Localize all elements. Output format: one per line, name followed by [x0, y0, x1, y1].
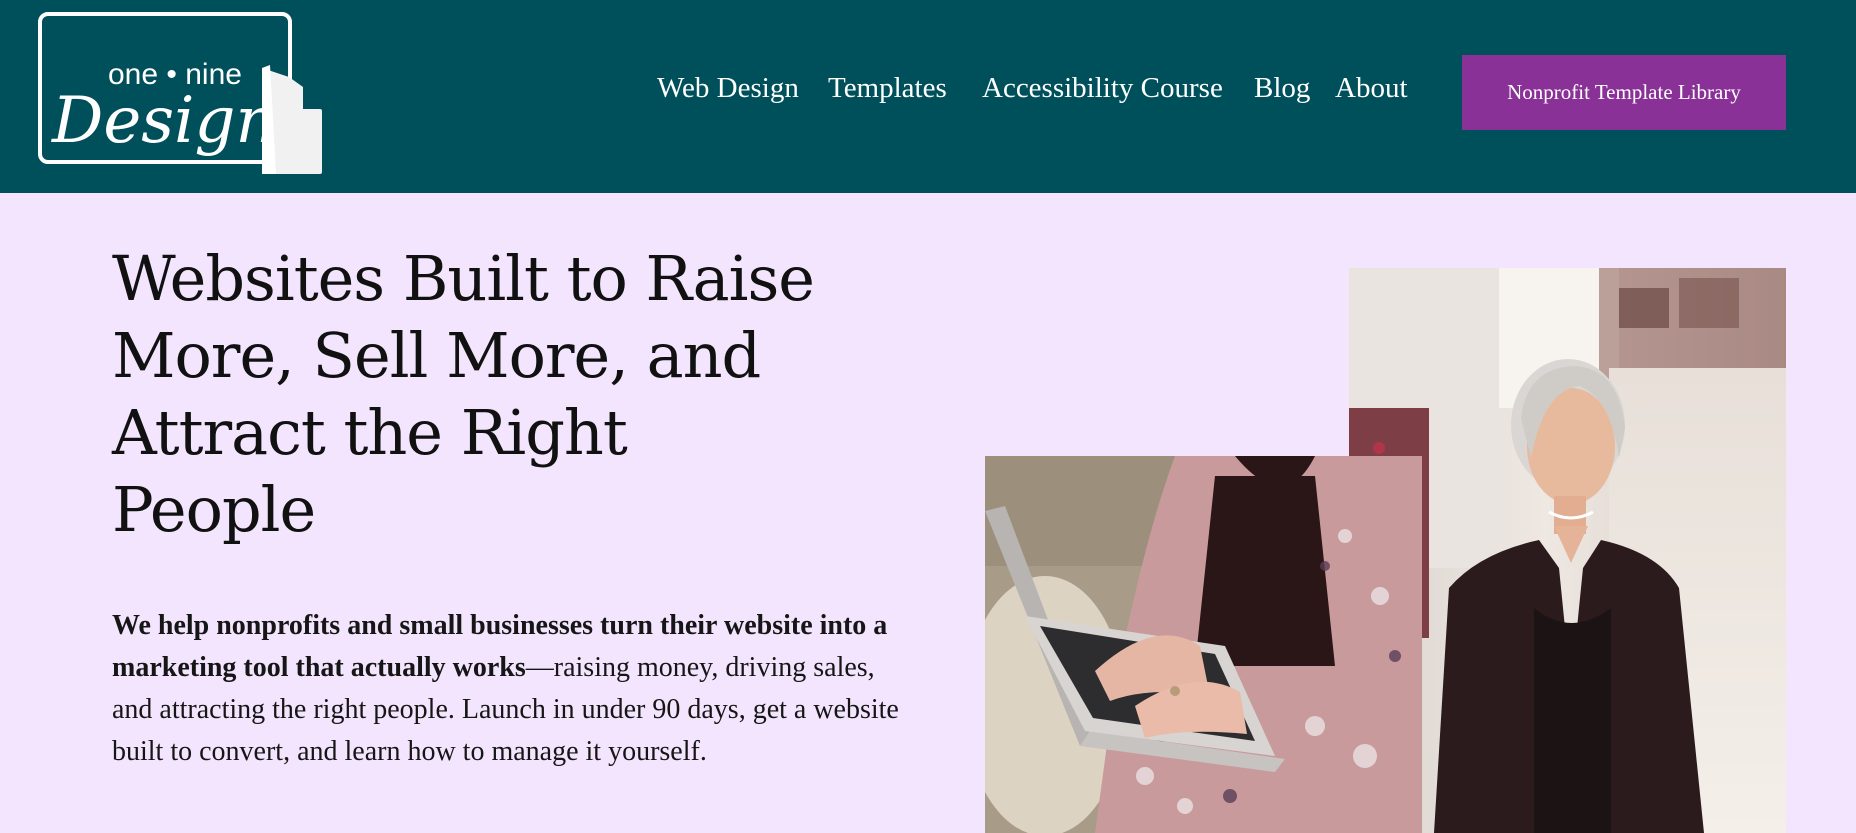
laptop-photo [985, 456, 1422, 833]
nav-web-design[interactable]: Web Design [657, 72, 799, 105]
nav-templates[interactable]: Templates [828, 72, 947, 105]
site-header: one • nine Design Web Design Templates A… [0, 0, 1856, 193]
nonprofit-template-library-button[interactable]: Nonprofit Template Library [1462, 55, 1786, 130]
logo-line2: Design [51, 84, 277, 158]
logo-link[interactable]: one • nine Design [38, 12, 328, 174]
nav-about[interactable]: About [1335, 72, 1408, 105]
hero-description: We help nonprofits and small businesses … [112, 605, 912, 773]
one-nine-design-logo: one • nine Design [38, 12, 322, 174]
nav-accessibility-course[interactable]: Accessibility Course [982, 72, 1223, 105]
hero-title: Websites Built to Raise More, Sell More,… [112, 242, 815, 546]
nav-blog[interactable]: Blog [1254, 72, 1310, 105]
